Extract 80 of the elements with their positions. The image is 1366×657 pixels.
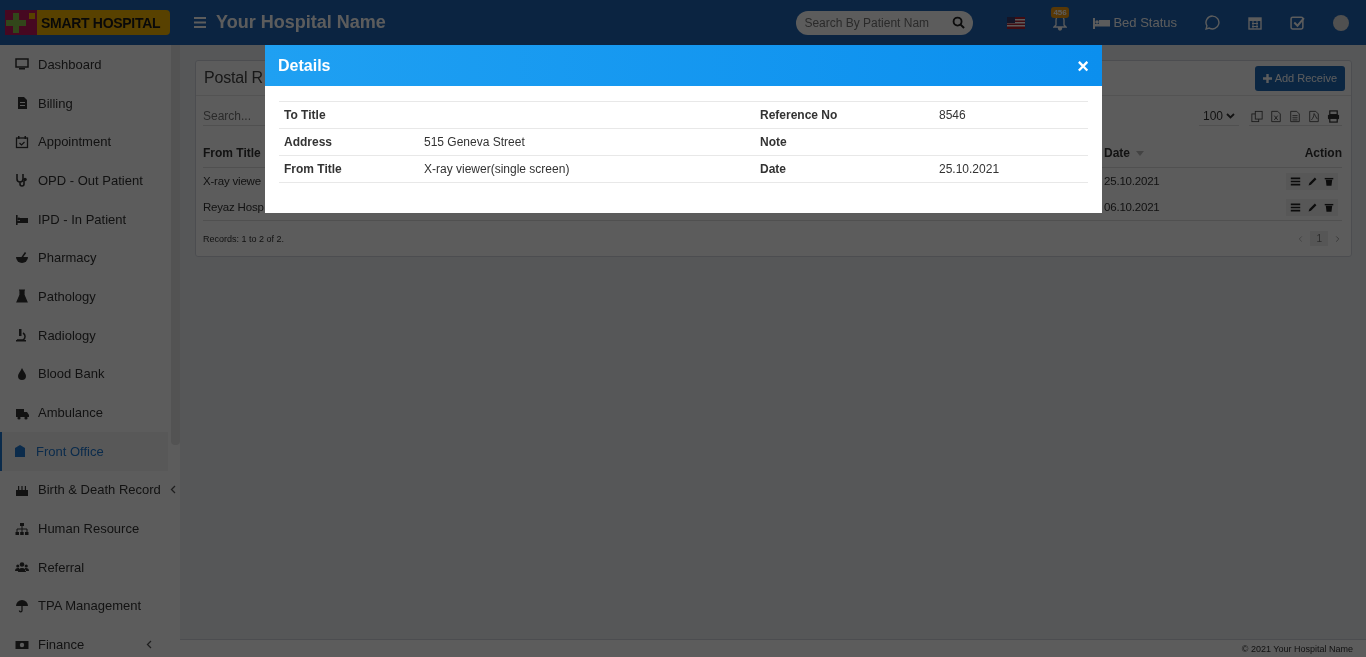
sidebar-item[interactable]: TPA Management (0, 586, 168, 626)
pencil-icon (1307, 201, 1318, 213)
list-icon (1290, 175, 1301, 187)
sidebar-item[interactable]: Pathology (0, 277, 168, 316)
calendar-icon (15, 134, 29, 149)
print-icon (1327, 109, 1340, 123)
field-label: Reference No (760, 108, 838, 122)
sidebar-item[interactable]: IPD - In Patient (0, 199, 168, 239)
copy-icon (1251, 109, 1263, 123)
panel-title: Postal R (204, 69, 263, 87)
logo: SMART HOSPITAL (5, 10, 170, 35)
bed-icon (15, 212, 29, 227)
table-cell: 25.10.2021 (1104, 175, 1160, 187)
sidebar-item[interactable]: Finance (0, 625, 168, 657)
monitor-icon (15, 57, 29, 72)
scrollbar[interactable] (171, 45, 180, 445)
users-icon (15, 560, 29, 575)
bed-status-link[interactable]: Bed Status (1093, 15, 1177, 30)
trash-icon (1324, 175, 1334, 187)
pencil-icon (1307, 175, 1318, 187)
table-cell: Reyaz Hosp (203, 201, 264, 213)
copyright: © 2021 Your Hospital Name (1241, 643, 1353, 654)
dialog-title: Details (278, 56, 331, 75)
table-cell: X-ray viewe (203, 175, 261, 187)
sidebar-item[interactable]: Ambulance (0, 393, 168, 432)
sitemap-icon (15, 521, 29, 536)
hospital-name: Your Hospital Name (216, 12, 386, 33)
field-label: Note (760, 135, 787, 149)
menu-icon[interactable] (194, 17, 206, 28)
field-value: 25.10.2021 (939, 162, 1000, 176)
table-cell: 06.10.2021 (1104, 201, 1160, 213)
sidebar-item[interactable]: Blood Bank (0, 354, 168, 394)
flag-icon[interactable] (1007, 16, 1026, 29)
sidebar-item[interactable]: Radiology (0, 315, 168, 355)
field-value: 515 Geneva Street (424, 135, 525, 149)
field-value: X-ray viewer(single screen) (424, 162, 570, 176)
column-header[interactable]: From Title (203, 146, 261, 160)
field-value: 8546 (939, 108, 966, 122)
field-label: Date (760, 162, 786, 176)
mortar-icon (15, 250, 29, 265)
microscope-icon (15, 328, 29, 343)
drop-icon (15, 366, 29, 381)
sidebar-item[interactable]: Dashboard (0, 45, 168, 84)
field-label: From Title (284, 162, 342, 176)
column-header[interactable]: Action (1304, 146, 1342, 160)
next-icon (1333, 233, 1342, 244)
sidebar-item[interactable]: OPD - Out Patient (0, 161, 168, 200)
umbrella-icon (15, 598, 29, 613)
page-size-select[interactable]: 100 (1198, 107, 1239, 126)
notification-badge: 456 (1051, 6, 1069, 18)
column-header[interactable]: Date (1104, 146, 1130, 160)
sidebar-item[interactable]: Referral (0, 547, 168, 587)
field-label: Address (284, 135, 333, 149)
plus-icon (1262, 73, 1272, 83)
calendar-icon[interactable] (1248, 15, 1262, 30)
field-label: To Title (284, 108, 326, 122)
records-summary: Records: 1 to 2 of 2. (203, 233, 285, 244)
sort-icon[interactable] (1136, 150, 1144, 156)
sidebar-item[interactable]: Front Office (0, 431, 168, 471)
chevron-icon (1226, 113, 1235, 119)
list-icon (1290, 201, 1301, 213)
sidebar-item[interactable]: Birth & Death Record (0, 470, 168, 510)
sidebar-item[interactable]: Appointment (0, 122, 168, 162)
pdf-icon (1308, 109, 1320, 123)
sidebar-item[interactable]: Pharmacy (0, 238, 168, 278)
trash-icon (1324, 201, 1334, 213)
document-icon (15, 96, 29, 111)
excel-icon (1270, 109, 1282, 123)
avatar[interactable] (1333, 14, 1349, 31)
close-button[interactable]: × (1077, 55, 1089, 76)
file-icon (1289, 109, 1301, 123)
sidebar-item[interactable]: Billing (0, 83, 168, 123)
add-button[interactable]: Add Receive (1254, 65, 1345, 91)
cross-icon (5, 10, 37, 35)
sidebar-item[interactable]: Human Resource (0, 509, 168, 548)
stethoscope-icon (15, 173, 29, 188)
checkbox-icon[interactable] (1290, 15, 1305, 30)
search-icon[interactable] (952, 16, 966, 29)
bed-icon (1093, 16, 1111, 29)
flask-icon (15, 289, 29, 304)
